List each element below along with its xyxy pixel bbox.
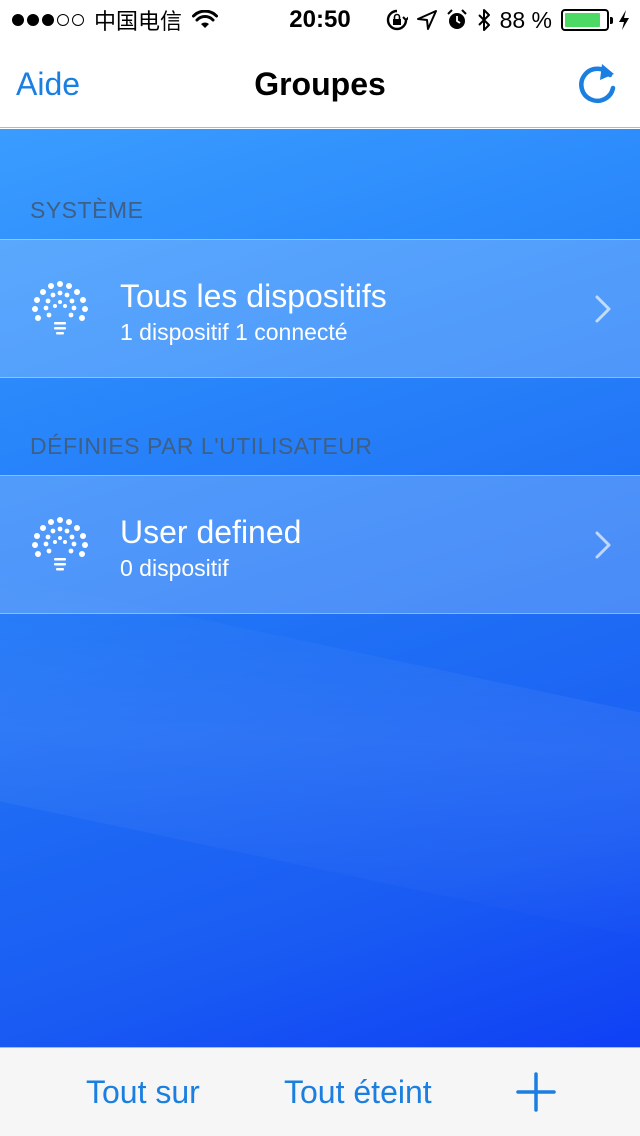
charging-icon xyxy=(619,10,629,30)
group-subtitle: 1 dispositif 1 connecté xyxy=(120,319,348,345)
all-on-button[interactable]: Tout sur xyxy=(86,1074,200,1110)
status-right: 88 % xyxy=(386,6,630,34)
bulb-icon xyxy=(32,517,88,571)
alarm-icon xyxy=(446,9,467,29)
group-row-user-defined[interactable]: User defined 0 dispositif xyxy=(0,475,640,614)
bluetooth-icon xyxy=(477,9,490,31)
group-title: User defined xyxy=(120,514,302,550)
navigation-bar: Aide Groupes xyxy=(0,40,640,128)
chevron-right-icon xyxy=(595,295,611,323)
battery-level xyxy=(565,13,601,27)
refresh-icon[interactable] xyxy=(570,58,624,112)
location-arrow-icon xyxy=(416,10,437,30)
group-row-all-devices[interactable]: Tous les dispositifs 1 dispositif 1 conn… xyxy=(0,239,640,378)
chevron-right-icon xyxy=(595,531,611,559)
battery-icon xyxy=(561,9,613,31)
plus-icon[interactable] xyxy=(516,1072,556,1112)
all-off-button[interactable]: Tout éteint xyxy=(284,1074,432,1110)
group-title: Tous les dispositifs xyxy=(120,278,387,314)
rotation-lock-icon xyxy=(386,9,408,31)
section-header-user-defined: DÉFINIES PAR L'UTILISATEUR xyxy=(30,433,373,459)
status-bar: 中国电信 20:50 88 % xyxy=(0,0,640,40)
bottom-toolbar: Tout sur Tout éteint xyxy=(0,1047,640,1136)
group-subtitle: 0 dispositif xyxy=(120,555,229,581)
section-header-system: SYSTÈME xyxy=(30,197,144,223)
groups-list[interactable]: SYSTÈME Tous les dispositifs 1 dispositi… xyxy=(0,129,640,1047)
bulb-icon xyxy=(32,281,88,335)
page-title: Groupes xyxy=(254,66,386,102)
battery-percentage: 88 % xyxy=(499,6,552,33)
